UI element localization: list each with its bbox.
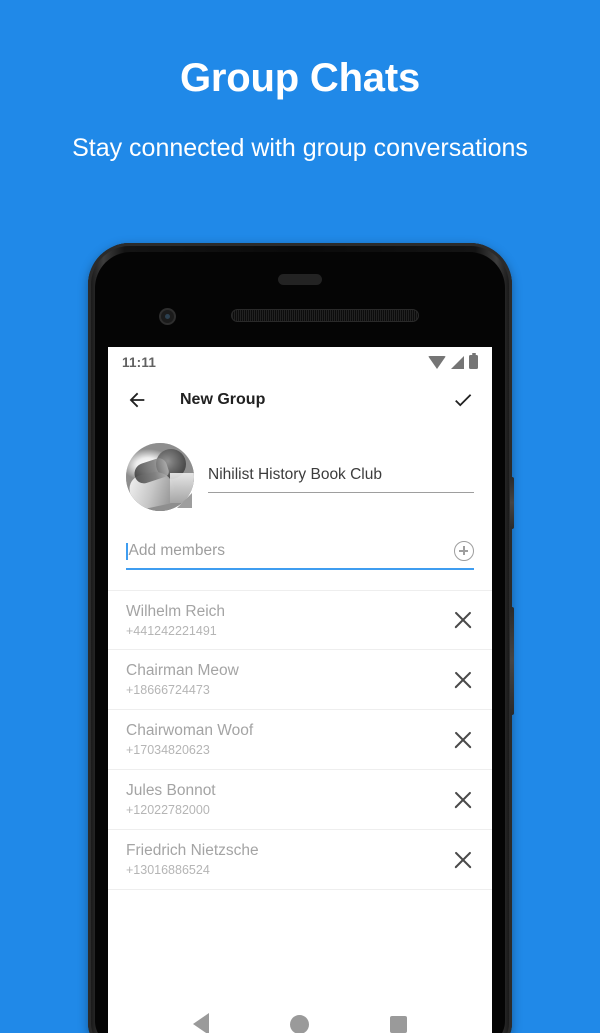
list-item[interactable]: Chairwoman Woof +17034820623 (108, 710, 492, 770)
check-icon[interactable] (452, 389, 474, 411)
power-button[interactable] (510, 477, 514, 529)
group-name-input[interactable]: Nihilist History Book Club (208, 466, 474, 493)
back-arrow-icon[interactable] (126, 389, 148, 411)
group-name-value: Nihilist History Book Club (208, 466, 382, 483)
add-members-placeholder: Add members (128, 542, 225, 559)
proximity-sensor-icon (278, 274, 322, 285)
text-caret (126, 542, 128, 560)
group-avatar[interactable] (126, 443, 194, 511)
app-bar: New Group (108, 377, 492, 423)
member-info: Jules Bonnot +12022782000 (126, 782, 452, 817)
member-phone: +13016886524 (126, 863, 210, 877)
member-phone: +18666724473 (126, 683, 210, 697)
promo-subtitle: Stay connected with group conversations (72, 134, 528, 162)
close-icon[interactable] (452, 789, 474, 811)
group-name-section: Nihilist History Book Club (108, 423, 492, 511)
member-name: Jules Bonnot (126, 782, 216, 799)
close-icon[interactable] (452, 729, 474, 751)
member-list: Wilhelm Reich +441242221491 Chairman Meo… (108, 590, 492, 890)
wifi-icon (428, 355, 446, 369)
member-phone: +17034820623 (126, 743, 210, 757)
phone-screen: 11:11 New Group Nihilist History Book Cl… (108, 347, 492, 1033)
cellular-signal-icon (451, 355, 464, 369)
member-info: Chairwoman Woof +17034820623 (126, 722, 452, 757)
close-icon[interactable] (452, 609, 474, 631)
member-phone: +441242221491 (126, 623, 217, 638)
member-info: Wilhelm Reich +441242221491 (126, 603, 452, 638)
status-time: 11:11 (122, 354, 157, 370)
member-name: Friedrich Nietzsche (126, 842, 259, 859)
list-item[interactable]: Wilhelm Reich +441242221491 (108, 590, 492, 650)
status-bar: 11:11 (108, 347, 492, 377)
list-item[interactable]: Friedrich Nietzsche +13016886524 (108, 830, 492, 890)
member-info: Chairman Meow +18666724473 (126, 662, 452, 697)
volume-button[interactable] (510, 607, 514, 715)
battery-icon (469, 352, 478, 369)
front-camera-icon (159, 308, 176, 325)
member-phone: +12022782000 (126, 803, 210, 817)
list-item[interactable]: Chairman Meow +18666724473 (108, 650, 492, 710)
earpiece-speaker-icon (231, 309, 419, 322)
phone-device: 11:11 New Group Nihilist History Book Cl… (88, 243, 514, 1033)
add-members-field[interactable]: Add members (126, 541, 474, 570)
nav-back-button[interactable] (192, 1013, 209, 1033)
status-icons (428, 352, 478, 369)
nav-recents-button[interactable] (390, 1015, 408, 1033)
edit-avatar-badge (177, 493, 192, 508)
promo-title: Group Chats (179, 56, 421, 100)
page-title: New Group (180, 391, 266, 408)
list-item[interactable]: Jules Bonnot +12022782000 (108, 770, 492, 830)
member-name: Wilhelm Reich (126, 602, 226, 620)
promo-screenshot: Group Chats Stay connected with group co… (0, 0, 600, 1033)
member-info: Friedrich Nietzsche +13016886524 (126, 842, 452, 877)
add-circle-icon[interactable] (454, 541, 474, 561)
member-name: Chairwoman Woof (126, 722, 254, 739)
close-icon[interactable] (452, 669, 474, 691)
close-icon[interactable] (452, 849, 474, 871)
nav-home-button[interactable] (289, 1014, 309, 1033)
member-name: Chairman Meow (126, 662, 239, 679)
android-nav-bar (108, 995, 492, 1033)
